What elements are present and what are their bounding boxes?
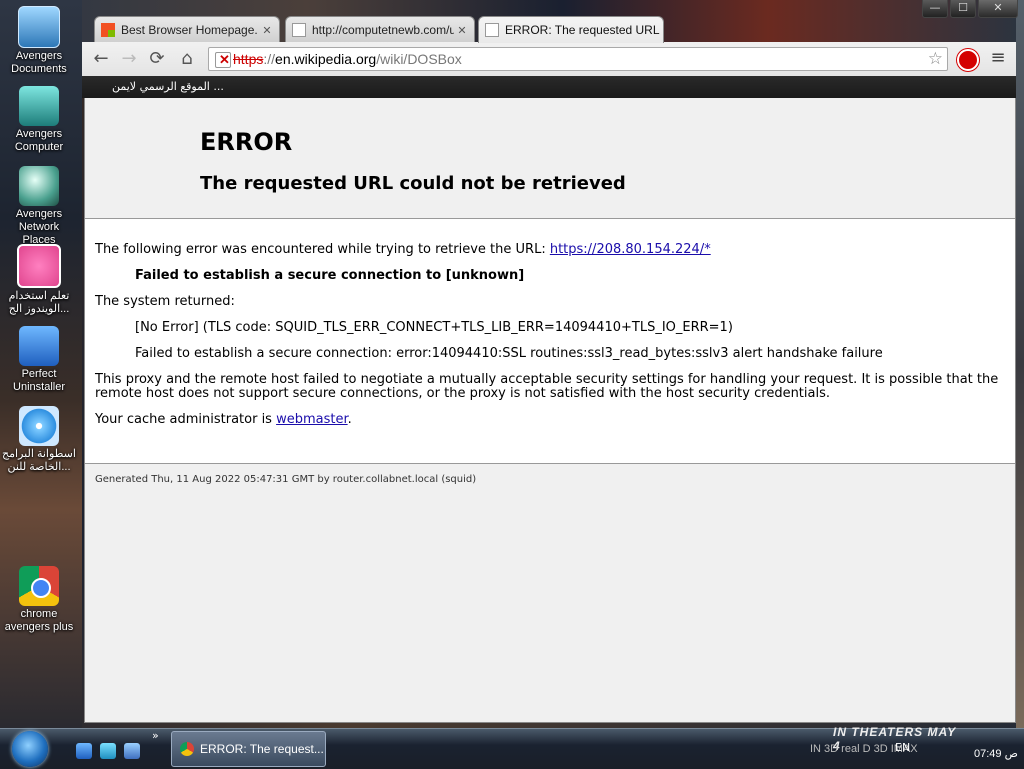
error-url-intro: The following error was encountered whil… <box>95 242 550 257</box>
browser-toolbar: ← → ⟳ ⌂ ✕ https://en.wikipedia.org/wiki/… <box>82 42 1016 77</box>
url-separator: :// <box>263 51 276 67</box>
desktop-icon-computer[interactable]: Avengers Computer <box>2 86 76 154</box>
insecure-x-icon: ✕ <box>219 52 230 67</box>
ssl-error-message: Failed to establish a secure connection:… <box>135 346 883 361</box>
url-text[interactable]: https://en.wikipedia.org/wiki/DOSBox <box>233 48 462 70</box>
tls-error-code: [No Error] (TLS code: SQUID_TLS_ERR_CONN… <box>135 320 733 335</box>
wallpaper-movie-ad: IN THEATERS MAY 4 IN 3D real D 3D IMAX <box>805 725 965 769</box>
error-url-link[interactable]: https://208.80.154.224/* <box>550 242 711 257</box>
system-returned-label: The system returned: <box>95 294 235 309</box>
close-tab-icon[interactable]: ✕ <box>259 24 275 37</box>
desktop-icon-uninstaller[interactable]: Perfect Uninstaller <box>2 326 76 394</box>
tab-error[interactable]: ERROR: The requested URL <box>478 16 664 43</box>
language-indicator[interactable]: EN <box>895 741 910 754</box>
tab-title: http://computetnewb.com/u <box>312 23 454 37</box>
desktop-icon-label: Avengers Computer <box>14 128 64 153</box>
tab-computetnewb[interactable]: http://computetnewb.com/u ✕ <box>285 16 475 43</box>
desktop-icon-windows-tutorial[interactable]: تعلم استخدام الويندوز الج... <box>2 244 76 316</box>
desktop-icon-label: chrome avengers plus <box>4 608 74 633</box>
page-icon <box>485 23 499 37</box>
reload-button[interactable]: ⟳ <box>146 48 168 70</box>
tab-title: ERROR: The requested URL <box>505 23 660 37</box>
bookmarks-bar: الموقع الرسمي لايمن ... <box>82 76 1016 98</box>
chrome-icon <box>180 742 194 756</box>
bookmark-star-icon[interactable]: ☆ <box>928 48 943 70</box>
page-icon <box>292 23 306 37</box>
maximize-button[interactable]: ☐ <box>950 0 976 18</box>
generated-footer: Generated Thu, 11 Aug 2022 05:47:31 GMT … <box>95 474 477 485</box>
back-button[interactable]: ← <box>90 48 112 70</box>
microsoft-icon <box>101 23 115 37</box>
cd-icon <box>19 406 59 446</box>
error-header: ERROR The requested URL could not be ret… <box>85 98 1015 219</box>
url-scheme: https <box>233 51 264 67</box>
bookmark-item[interactable]: الموقع الرسمي لايمن ... <box>112 80 224 93</box>
webmaster-link[interactable]: webmaster <box>276 412 348 427</box>
uninstaller-icon <box>19 326 59 366</box>
error-url-line: The following error was encountered whil… <box>95 242 711 257</box>
desktop-icon-chrome[interactable]: chrome avengers plus <box>2 566 76 634</box>
proxy-explanation-1: This proxy and the remote host failed to… <box>95 372 999 387</box>
folder-icon <box>18 6 60 48</box>
quicklaunch-expand-icon[interactable]: » <box>152 729 159 742</box>
quicklaunch-folder-icon[interactable] <box>124 743 140 759</box>
error-subheading: The requested URL could not be retrieved <box>200 173 626 194</box>
desktop-icon-documents[interactable]: Avengers Documents <box>2 6 76 76</box>
failed-message: Failed to establish a secure connection … <box>135 268 525 283</box>
clock[interactable]: 07:49 ص <box>974 747 1018 760</box>
desktop-icon-programs-disc[interactable]: اسطوانة البرامج الخاصة للنن... <box>2 406 76 474</box>
start-button[interactable] <box>12 731 48 767</box>
cache-admin-line: Your cache administrator is webmaster. <box>95 412 352 427</box>
taskbar-chrome-window[interactable]: ERROR: The request... <box>171 731 326 767</box>
desktop-icon-label: Avengers Documents <box>11 50 67 75</box>
error-heading: ERROR <box>200 128 293 156</box>
desktop-icon-label: تعلم استخدام الويندوز الج... <box>8 290 70 315</box>
cache-admin-period: . <box>347 412 352 427</box>
desktop-icon-label: Avengers Network Places <box>15 208 63 246</box>
opera-extension-icon[interactable] <box>957 49 979 71</box>
menu-icon[interactable]: ≡ <box>987 47 1009 69</box>
minimize-button[interactable]: — <box>922 0 948 18</box>
quicklaunch-uninstaller-icon[interactable] <box>76 743 92 759</box>
desktop-wallpaper-right <box>1016 0 1024 728</box>
tab-best-browser[interactable]: Best Browser Homepage. Cu ✕ <box>94 16 280 43</box>
proxy-explanation-2: remote host does not support secure conn… <box>95 386 830 401</box>
url-host: en.wikipedia.org <box>275 51 377 67</box>
url-path: /wiki/DOSBox <box>376 51 462 67</box>
close-tab-icon[interactable]: ✕ <box>454 24 470 37</box>
dribbble-icon <box>17 244 61 288</box>
tab-title: Best Browser Homepage. Cu <box>121 23 259 37</box>
window-controls: — ☐ ✕ <box>920 0 1018 18</box>
taskbar-window-label: ERROR: The request... <box>200 742 324 756</box>
cache-admin-text: Your cache administrator is <box>95 412 277 427</box>
error-body: The following error was encountered whil… <box>85 219 1015 464</box>
page-content: ERROR The requested URL could not be ret… <box>84 98 1016 723</box>
chrome-icon <box>19 566 59 606</box>
forward-button[interactable]: → <box>118 48 140 70</box>
desktop-icon-network[interactable]: Avengers Network Places <box>2 166 76 247</box>
home-button[interactable]: ⌂ <box>176 48 198 70</box>
desktop-icon-label: اسطوانة البرامج الخاصة للنن... <box>2 448 76 473</box>
computer-icon <box>19 86 59 126</box>
address-bar[interactable]: ✕ https://en.wikipedia.org/wiki/DOSBox ☆ <box>208 47 948 71</box>
quicklaunch-app-icon[interactable] <box>100 743 116 759</box>
desktop-icon-label: Perfect Uninstaller <box>13 368 65 393</box>
taskbar: » ERROR: The request... IN THEATERS MAY … <box>0 725 1024 769</box>
network-icon <box>19 166 59 206</box>
close-window-button[interactable]: ✕ <box>978 0 1018 18</box>
